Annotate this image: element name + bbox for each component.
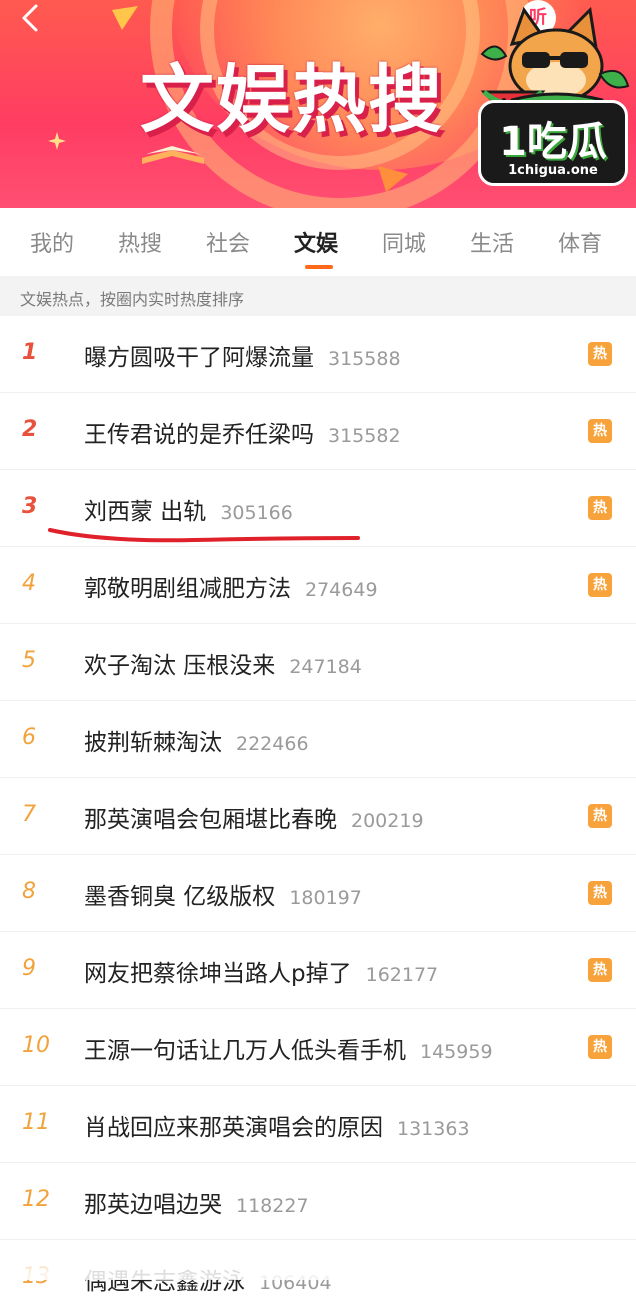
tab-sports[interactable]: 体育 — [558, 226, 602, 258]
red-underline-annotation — [48, 528, 360, 543]
list-item-title: 王传君说的是乔任梁吗 315582 — [84, 415, 401, 449]
topic-text: 曝方圆吸干了阿爆流量 — [84, 345, 314, 371]
heat-count: 315582 — [328, 425, 401, 447]
heat-count: 200219 — [351, 810, 424, 832]
banner: 文娱热搜 听 1吃瓜 1chigua.one — [0, 0, 636, 208]
decorative-triangle-icon — [112, 6, 138, 30]
tab-entertainment[interactable]: 文娱 — [294, 226, 338, 258]
tab-society[interactable]: 社会 — [206, 226, 250, 258]
list-item[interactable]: 12 那英边唱边哭 118227 — [0, 1163, 636, 1240]
active-tab-indicator — [305, 265, 333, 269]
list-item-title: 刘西蒙 出轨 305166 — [84, 492, 293, 526]
topic-text: 那英演唱会包厢堪比春晚 — [84, 807, 337, 833]
watermark-brand-name: 1吃瓜 — [499, 119, 607, 165]
tab-mine[interactable]: 我的 — [30, 226, 74, 258]
topic-text: 王传君说的是乔任梁吗 — [84, 422, 314, 448]
heat-count: 162177 — [365, 964, 439, 986]
page-title: 文娱热搜 — [140, 57, 444, 143]
back-arrow-icon[interactable] — [16, 4, 44, 32]
rank-number: 10 — [22, 1033, 50, 1058]
heat-count: 222466 — [236, 733, 309, 755]
rank-number: 2 — [22, 417, 38, 442]
hot-badge: 热 — [588, 419, 612, 443]
list-item[interactable]: 8 墨香铜臭 亿级版权 180197 热 — [0, 855, 636, 932]
topic-text: 欢子淘汰 压根没来 — [84, 653, 276, 679]
rank-number: 4 — [22, 571, 36, 596]
list-item-title: 那英边唱边哭 118227 — [84, 1185, 309, 1219]
topic-text: 网友把蔡徐坤当路人p掉了 — [84, 961, 352, 987]
rank-number: 6 — [22, 725, 36, 750]
list-item[interactable]: 11 肖战回应来那英演唱会的原因 131363 — [0, 1086, 636, 1163]
heat-count: 315588 — [328, 348, 401, 370]
decorative-star-icon — [48, 132, 66, 150]
rank-number: 5 — [22, 648, 36, 673]
topic-text: 王源一句话让几万人低头看手机 — [84, 1038, 406, 1064]
list-item[interactable]: 1 曝方圆吸干了阿爆流量 315588 热 — [0, 316, 636, 393]
rank-number: 11 — [22, 1110, 50, 1135]
tab-local[interactable]: 同城 — [382, 226, 426, 258]
heat-count: 118227 — [236, 1195, 309, 1217]
topic-text: 刘西蒙 出轨 — [84, 499, 207, 525]
topic-text: 郭敬明剧组减肥方法 — [84, 576, 291, 602]
list-item-title: 欢子淘汰 压根没来 247184 — [84, 646, 362, 680]
list-item[interactable]: 9 网友把蔡徐坤当路人p掉了 162177 热 — [0, 932, 636, 1009]
heat-count: 145959 — [420, 1041, 493, 1063]
list-item-title: 肖战回应来那英演唱会的原因 131363 — [84, 1108, 470, 1142]
heat-count: 305166 — [220, 502, 293, 524]
heat-count: 274649 — [305, 579, 378, 601]
list-item[interactable]: 5 欢子淘汰 压根没来 247184 — [0, 624, 636, 701]
rank-number: 12 — [22, 1187, 50, 1212]
subtitle-text: 文娱热点，按圈内实时热度排序 — [20, 290, 245, 309]
watermark-url: 1chigua.one — [508, 163, 598, 178]
list-item[interactable]: 7 那英演唱会包厢堪比春晚 200219 热 — [0, 778, 636, 855]
heat-count: 180197 — [289, 887, 362, 909]
list-item[interactable]: 10 王源一句话让几万人低头看手机 145959 热 — [0, 1009, 636, 1086]
rank-number: 7 — [22, 802, 36, 827]
hot-badge: 热 — [588, 496, 612, 520]
hot-badge: 热 — [588, 804, 612, 828]
topic-text: 肖战回应来那英演唱会的原因 — [84, 1115, 383, 1141]
subtitle-bar: 文娱热点，按圈内实时热度排序 — [0, 276, 636, 316]
rank-number: 1 — [22, 340, 38, 365]
rank-number: 3 — [22, 494, 38, 519]
hot-badge: 热 — [588, 881, 612, 905]
hot-badge: 热 — [588, 1035, 612, 1059]
list-item[interactable]: 4 郭敬明剧组减肥方法 274649 热 — [0, 547, 636, 624]
category-tabs: 我的 热搜 社会 文娱 同城 生活 体育 — [0, 208, 636, 276]
list-item-title: 网友把蔡徐坤当路人p掉了 162177 — [84, 954, 438, 988]
hot-badge: 热 — [588, 342, 612, 366]
topic-text: 墨香铜臭 亿级版权 — [84, 884, 276, 910]
topic-text: 披荆斩棘淘汰 — [84, 730, 222, 756]
bottom-fade — [0, 1240, 636, 1280]
tab-life[interactable]: 生活 — [470, 226, 514, 258]
heat-count: 131363 — [397, 1118, 470, 1140]
list-item[interactable]: 2 王传君说的是乔任梁吗 315582 热 — [0, 393, 636, 470]
hot-badge: 热 — [588, 573, 612, 597]
list-item-title: 那英演唱会包厢堪比春晚 200219 — [84, 800, 424, 834]
heat-count: 247184 — [289, 656, 362, 678]
hot-badge: 热 — [588, 958, 612, 982]
list-item-title: 披荆斩棘淘汰 222466 — [84, 723, 309, 757]
watermark-logo: 1吃瓜 1chigua.one — [478, 100, 628, 186]
decorative-triangle-icon — [378, 166, 408, 192]
list-item-title: 墨香铜臭 亿级版权 180197 — [84, 877, 362, 911]
list-item-title: 王源一句话让几万人低头看手机 145959 — [84, 1031, 493, 1065]
rank-number: 9 — [22, 956, 36, 981]
rank-number: 8 — [22, 879, 36, 904]
topic-text: 那英边唱边哭 — [84, 1192, 222, 1218]
tab-hot-search[interactable]: 热搜 — [118, 226, 162, 258]
list-item-title: 曝方圆吸干了阿爆流量 315588 — [84, 338, 401, 372]
list-item[interactable]: 6 披荆斩棘淘汰 222466 — [0, 701, 636, 778]
list-item-title: 郭敬明剧组减肥方法 274649 — [84, 569, 378, 603]
